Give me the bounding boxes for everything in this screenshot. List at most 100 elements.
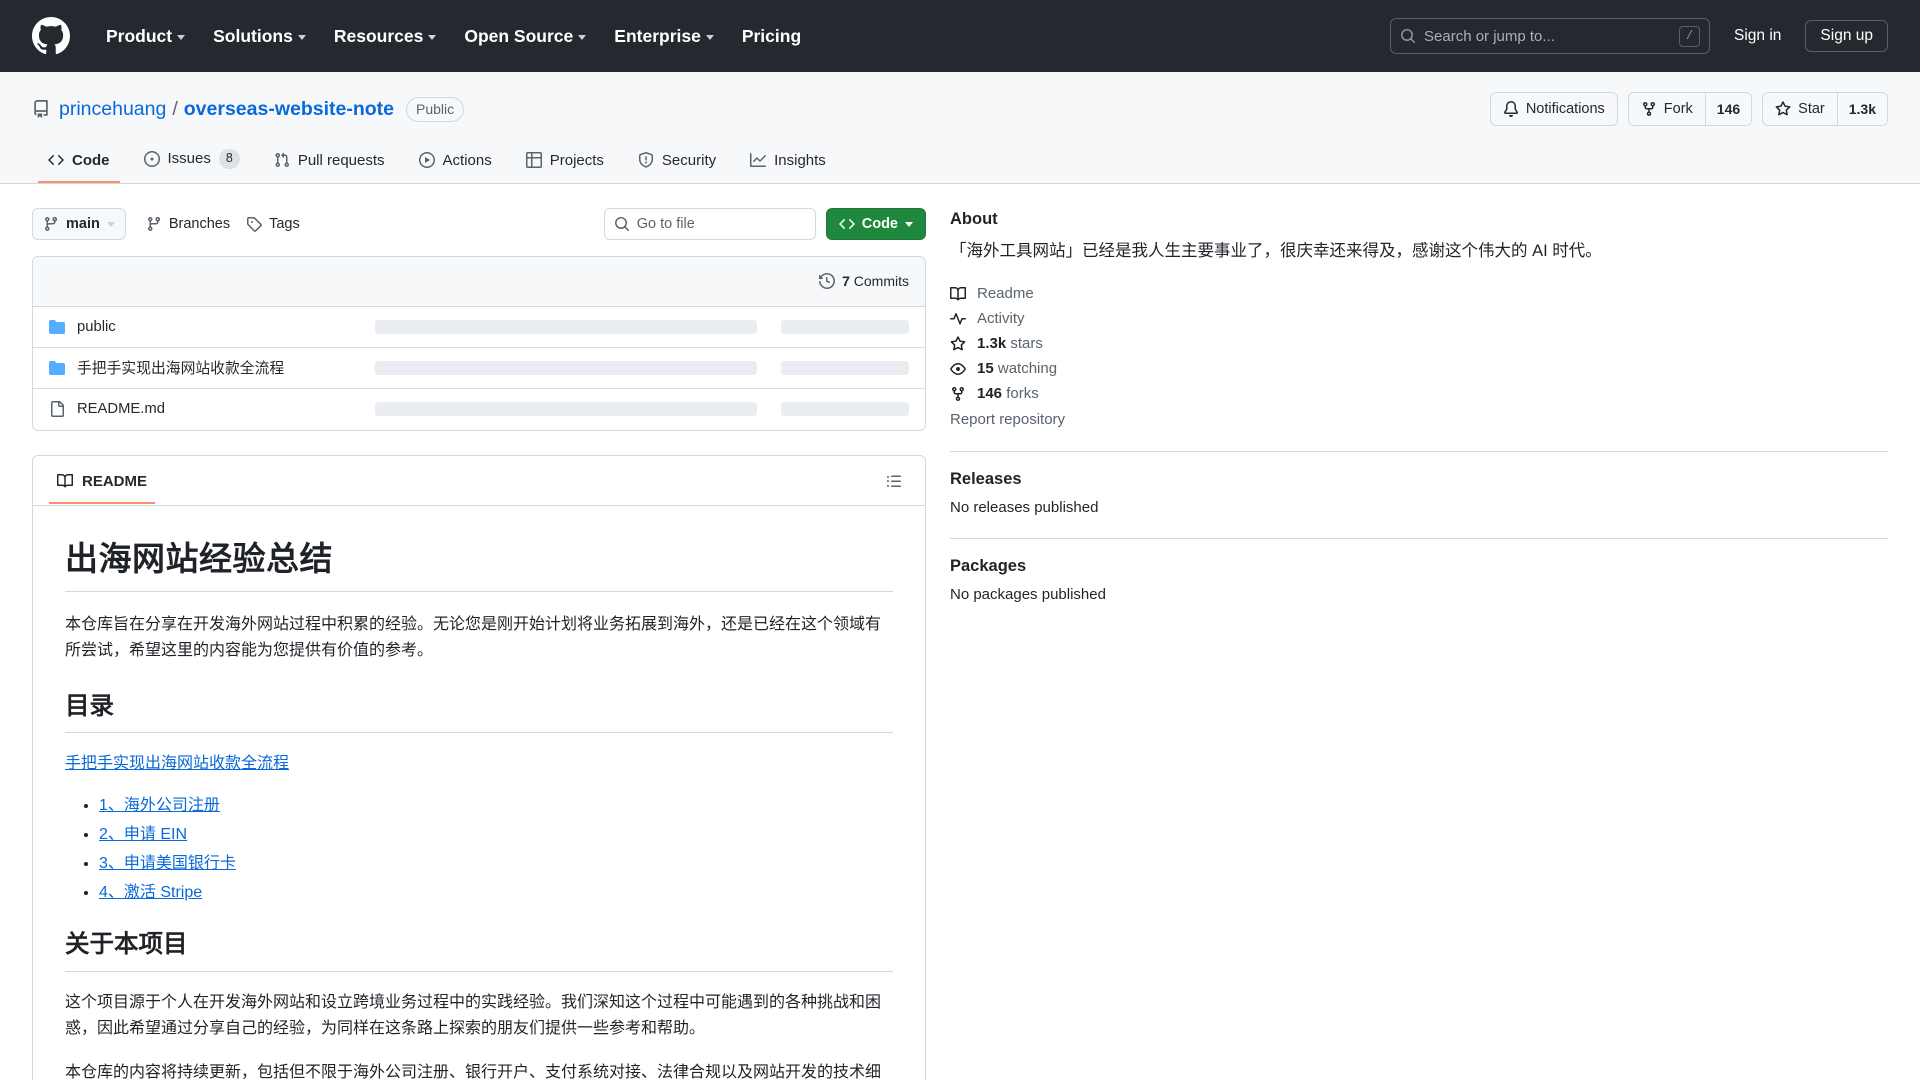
branch-selector-button[interactable]: main [32,207,126,240]
repo-name-link[interactable]: overseas-website-note [184,98,394,121]
search-placeholder: Search or jump to... [1424,27,1555,45]
go-to-file-input[interactable]: Go to file [603,207,816,240]
list-item: 2、申请 EIN [99,820,893,844]
nav-item-solutions[interactable]: Solutions [199,20,320,53]
nav-label: Pricing [741,25,802,46]
file-row-folder-cn[interactable]: 手把手实现出海网站收款全流程 [33,348,925,389]
tab-actions[interactable]: Actions [409,143,502,183]
readme-about-heading: 关于本项目 [65,930,893,972]
notifications-button[interactable]: Notifications [1489,92,1618,126]
repo-visibility-badge: Public [406,96,465,122]
file-row-public[interactable]: public [33,307,925,348]
about-heading: About [950,209,998,228]
sidebar-divider [950,451,1888,453]
file-list-header: 7 Commits [33,256,925,307]
page-body: main Branches Tags Go to file Code 7 Com… [0,184,1920,1080]
commit-message-skeleton [375,360,757,375]
tab-security[interactable]: Security [628,143,726,183]
branch-name: main [66,215,100,232]
outline-toggle-button[interactable] [879,466,909,496]
nav-item-resources[interactable]: Resources [320,20,451,53]
tags-link[interactable]: Tags [238,211,308,237]
star-icon [1775,101,1791,117]
toc-link-2[interactable]: 2、申请 EIN [99,826,187,843]
star-button[interactable]: Star 1.3k [1762,92,1888,126]
tab-insights[interactable]: Insights [740,143,836,183]
play-icon [418,152,435,168]
releases-heading: Releases [950,470,1022,489]
file-name-link[interactable]: 手把手实现出海网站收款全流程 [77,357,375,378]
chevron-down-icon [705,34,714,40]
file-name-link[interactable]: public [77,319,375,335]
book-icon [57,473,73,489]
nav-label: Resources [333,25,424,46]
tab-label: Insights [774,151,826,169]
commits-history-link[interactable]: 7 Commits [819,273,909,289]
code-button-label: Code [861,215,898,232]
code-download-button[interactable]: Code [825,207,926,240]
sidebar-item-watching[interactable]: 15 watching [950,357,1888,380]
fork-icon [950,386,966,402]
watching-count: 15 [977,360,994,378]
fork-icon [1641,101,1657,117]
folder-icon [49,360,65,376]
nav-label: Product [106,25,173,46]
list-item: 1、海外公司注册 [99,791,893,815]
toc-link-3[interactable]: 3、申请美国银行卡 [99,855,236,872]
tab-label: Actions [442,151,492,169]
repo-owner-link[interactable]: princehuang [59,98,166,121]
toc-main-link[interactable]: 手把手实现出海网站收款全流程 [65,755,289,772]
stars-count: 1.3k [977,335,1007,353]
github-mark-icon[interactable] [32,17,70,55]
sidebar-item-stars[interactable]: 1.3k stars [950,332,1888,355]
sidebar-item-activity[interactable]: Activity [950,307,1888,330]
sign-up-button[interactable]: Sign up [1805,20,1888,52]
issues-count-badge: 8 [218,149,240,169]
commit-time-skeleton [781,402,909,416]
list-item: 4、激活 Stripe [99,878,893,902]
readme-header: README [33,456,925,506]
star-count[interactable]: 1.3k [1836,93,1887,125]
readme-title: 出海网站经验总结 [65,538,893,592]
readme-intro-paragraph: 本仓库旨在分享在开发海外网站过程中积累的经验。无论您是刚开始计划将业务拓展到海外… [65,615,882,659]
issue-opened-icon [143,150,160,167]
toc-link-4[interactable]: 4、激活 Stripe [99,884,202,901]
nav-item-product[interactable]: Product [92,20,199,53]
main-column: main Branches Tags Go to file Code 7 Com… [32,207,926,1080]
eye-icon [950,361,966,377]
sidebar-item-forks[interactable]: 146 forks [950,382,1888,405]
toc-link-1[interactable]: 1、海外公司注册 [99,797,220,814]
tab-pull-requests[interactable]: Pull requests [264,143,395,183]
fork-count[interactable]: 146 [1704,93,1752,125]
file-icon [49,401,65,417]
commit-time-skeleton [781,319,909,334]
about-description: 「海外工具网站」已经是我人生主要事业了，很庆幸还来得及，感谢这个伟大的 AI 时… [950,241,1602,260]
search-shortcut-badge: / [1678,25,1701,47]
readme-toc-heading: 目录 [65,692,893,734]
tab-code[interactable]: Code [38,143,120,183]
forks-count: 146 [977,385,1003,403]
file-name-link[interactable]: README.md [77,401,375,417]
readme-tab[interactable]: README [49,466,156,504]
nav-item-enterprise[interactable]: Enterprise [600,20,728,53]
search-input[interactable]: Search or jump to... / [1390,18,1711,54]
search-icon [614,216,630,232]
branches-link[interactable]: Branches [138,211,238,237]
file-row-readme[interactable]: README.md [33,389,925,430]
report-repository-link[interactable]: Report repository [950,411,1065,428]
nav-item-open-source[interactable]: Open Source [450,20,600,53]
code-icon [48,152,64,168]
chevron-down-icon [297,34,306,40]
sidebar-item-readme[interactable]: Readme [950,282,1888,305]
git-branch-icon [146,216,162,232]
nav-item-pricing[interactable]: Pricing [728,20,815,53]
sign-in-button[interactable]: Sign in [1724,21,1791,51]
about-sidebar: About 「海外工具网站」已经是我人生主要事业了，很庆幸还来得及，感谢这个伟大… [950,208,1888,603]
search-icon [1400,28,1416,44]
tab-issues[interactable]: Issues 8 [134,140,250,183]
chevron-down-icon [905,222,913,227]
fork-button[interactable]: Fork 146 [1627,92,1753,126]
readme-about-paragraph-1: 这个项目源于个人在开发海外网站和设立跨境业务过程中的实践经验。我们深知这个过程中… [65,993,882,1037]
releases-empty-text: No releases published [950,499,1099,517]
tab-projects[interactable]: Projects [516,143,614,183]
